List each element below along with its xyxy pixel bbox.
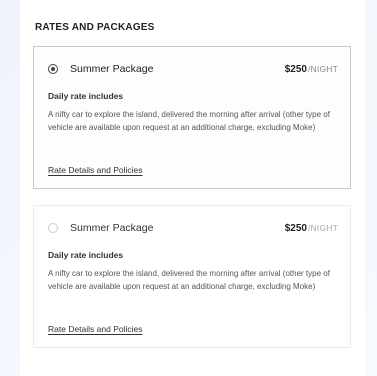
- package-price: $250 /NIGHT: [285, 64, 338, 75]
- package-header: Summer Package $250 /NIGHT: [48, 221, 338, 235]
- package-header: Summer Package $250 /NIGHT: [48, 62, 338, 76]
- radio-unselected-icon[interactable]: [48, 223, 58, 233]
- package-price: $250 /NIGHT: [285, 223, 338, 234]
- package-card-summer-unselected[interactable]: Summer Package $250 /NIGHT Daily rate in…: [33, 205, 351, 348]
- section-title: RATES AND PACKAGES: [35, 22, 155, 33]
- package-name: Summer Package: [70, 222, 154, 234]
- price-unit: /NIGHT: [307, 63, 338, 74]
- price-amount: $250: [284, 222, 307, 234]
- price-amount: $250: [284, 63, 307, 75]
- package-card-summer-selected[interactable]: Summer Package $250 /NIGHT Daily rate in…: [33, 46, 351, 189]
- rate-details-link[interactable]: Rate Details and Policies: [48, 165, 143, 175]
- package-name: Summer Package: [70, 63, 154, 75]
- rate-includes-label: Daily rate includes: [48, 91, 124, 101]
- radio-selected-icon[interactable]: [48, 64, 58, 74]
- package-description: A nifty car to explore the island, deliv…: [48, 269, 330, 291]
- rate-details-link[interactable]: Rate Details and Policies: [48, 324, 143, 334]
- package-description: A nifty car to explore the island, deliv…: [48, 110, 330, 132]
- rate-includes-label: Daily rate includes: [48, 250, 124, 260]
- price-unit: /NIGHT: [307, 222, 338, 233]
- rates-panel: RATES AND PACKAGES Summer Package $250 /…: [20, 0, 365, 376]
